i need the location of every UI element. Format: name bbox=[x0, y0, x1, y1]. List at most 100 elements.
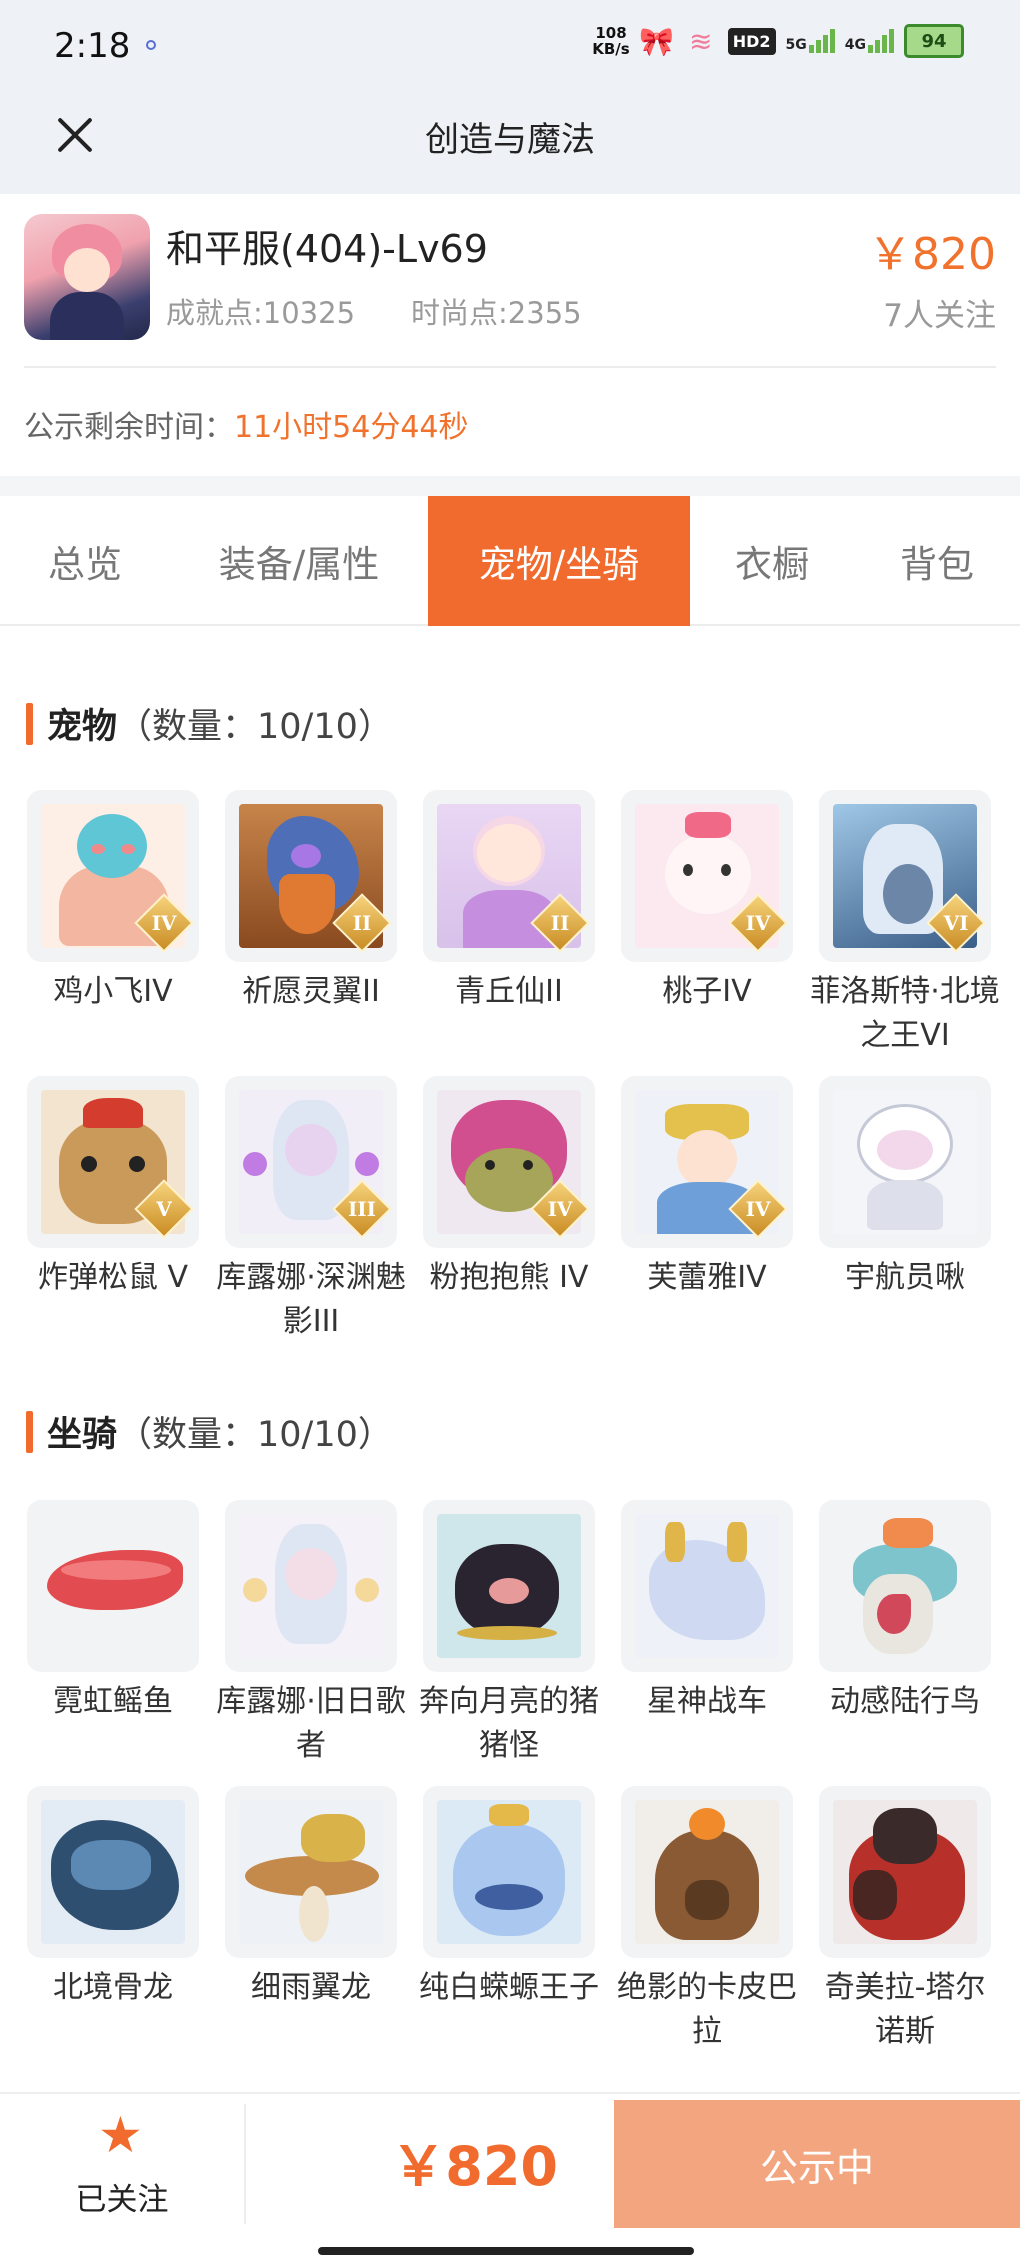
pet-item[interactable]: IV 鸡小飞IV bbox=[14, 790, 212, 1014]
account-price: ￥820 bbox=[868, 229, 996, 280]
pet-thumbnail: II bbox=[423, 790, 595, 962]
mount-name: 库露娜·旧日歌者 bbox=[216, 1684, 406, 1763]
mount-item[interactable]: 奔向月亮的猪猪怪 bbox=[410, 1500, 608, 1768]
pet-name: 桃子IV bbox=[662, 974, 752, 1009]
countdown-value: 11小时54分44秒 bbox=[234, 410, 469, 445]
signal-4g-icon: 4G bbox=[845, 29, 894, 53]
mount-item[interactable]: 绝影的卡皮巴拉 bbox=[608, 1786, 806, 2054]
pet-item[interactable]: V 炸弹松鼠 V bbox=[14, 1076, 212, 1300]
pet-item[interactable]: II 青丘仙II bbox=[410, 790, 608, 1014]
tab-wardrobe[interactable]: 衣橱 bbox=[690, 496, 854, 626]
bow-icon: 🎀 bbox=[639, 24, 675, 58]
mount-item[interactable]: 霓虹鳐鱼 bbox=[14, 1500, 212, 1724]
avatar bbox=[24, 214, 150, 340]
network-speed: 108 KB/s bbox=[592, 25, 629, 57]
pets-section-title: 宠物 （数量：10/10） bbox=[26, 698, 393, 749]
pet-thumbnail: V bbox=[27, 1076, 199, 1248]
countdown-label: 公示剩余时间： bbox=[24, 410, 234, 445]
pet-thumbnail: II bbox=[225, 790, 397, 962]
pet-name: 库露娜·深渊魅影III bbox=[216, 1260, 406, 1339]
nav-bar: 创造与魔法 bbox=[0, 92, 1020, 194]
mount-thumbnail bbox=[423, 1786, 595, 1958]
mounts-title: 坐骑 bbox=[47, 1415, 118, 1455]
fashion-points: 时尚点:2355 bbox=[411, 296, 582, 330]
tab-bar: 总览 装备/属性 宠物/坐骑 衣橱 背包 bbox=[0, 496, 1020, 626]
pet-thumbnail: IV bbox=[27, 790, 199, 962]
pet-item[interactable]: II 祈愿灵翼II bbox=[212, 790, 410, 1014]
pet-item[interactable]: III 库露娜·深渊魅影III bbox=[212, 1076, 410, 1344]
pet-thumbnail: IV bbox=[621, 790, 793, 962]
pet-name: 祈愿灵翼II bbox=[242, 974, 380, 1009]
signal-5g-icon: 5G bbox=[786, 29, 835, 53]
mount-item[interactable]: 奇美拉-塔尔诺斯 bbox=[806, 1786, 1004, 2054]
publicity-status-button[interactable]: 公示中 bbox=[614, 2100, 1020, 2228]
mount-thumbnail bbox=[819, 1500, 991, 1672]
wifi-icon: ≋ bbox=[688, 24, 713, 58]
follower-count: 7人关注 bbox=[883, 298, 996, 334]
account-name: 和平服(404)-Lv69 bbox=[166, 227, 488, 271]
mount-thumbnail bbox=[225, 1786, 397, 1958]
pets-count: （数量：10/10） bbox=[117, 707, 393, 747]
signal-5g-label: 5G bbox=[785, 37, 807, 53]
tab-pets-mounts[interactable]: 宠物/坐骑 bbox=[428, 496, 690, 626]
mount-name: 纯白蝾螈王子 bbox=[419, 1970, 599, 2005]
pet-thumbnail: IV bbox=[621, 1076, 793, 1248]
mount-item[interactable]: 北境骨龙 bbox=[14, 1786, 212, 2010]
mount-item[interactable]: 纯白蝾螈王子 bbox=[410, 1786, 608, 2010]
mount-item[interactable]: 动感陆行鸟 bbox=[806, 1500, 1004, 1724]
tab-backpack[interactable]: 背包 bbox=[854, 496, 1020, 626]
pet-name: 芙蕾雅IV bbox=[647, 1260, 767, 1295]
status-time: 2:18 bbox=[54, 26, 131, 66]
mount-name: 细雨翼龙 bbox=[251, 1970, 371, 2005]
pet-thumbnail: IV bbox=[423, 1076, 595, 1248]
mounts-section-title: 坐骑 （数量：10/10） bbox=[26, 1406, 393, 1457]
notification-dot-icon bbox=[146, 40, 156, 50]
pet-name: 宇航员啾 bbox=[845, 1260, 965, 1295]
follow-button[interactable]: ★ 已关注 bbox=[0, 2094, 244, 2229]
pet-name: 炸弹松鼠 V bbox=[37, 1260, 189, 1295]
network-speed-unit: KB/s bbox=[592, 40, 630, 58]
pet-item[interactable]: IV 桃子IV bbox=[608, 790, 806, 1014]
pet-thumbnail: III bbox=[225, 1076, 397, 1248]
pet-item[interactable]: IV 芙蕾雅IV bbox=[608, 1076, 806, 1300]
pet-name: 菲洛斯特·北境之王VI bbox=[810, 974, 1000, 1053]
achievement-points: 成就点:10325 bbox=[166, 296, 356, 330]
mount-name: 奇美拉-塔尔诺斯 bbox=[824, 1970, 986, 2049]
network-speed-value: 108 bbox=[595, 24, 627, 42]
mount-name: 北境骨龙 bbox=[53, 1970, 173, 2005]
pet-name: 青丘仙II bbox=[455, 974, 563, 1009]
publicity-countdown: 公示剩余时间：11小时54分44秒 bbox=[24, 402, 469, 446]
signal-4g-label: 4G bbox=[844, 37, 866, 53]
mount-thumbnail bbox=[423, 1500, 595, 1672]
mount-item[interactable]: 星神战车 bbox=[608, 1500, 806, 1724]
pet-thumbnail bbox=[819, 1076, 991, 1248]
mount-thumbnail bbox=[819, 1786, 991, 1958]
pet-item[interactable]: IV 粉抱抱熊 IV bbox=[410, 1076, 608, 1300]
tab-equipment[interactable]: 装备/属性 bbox=[170, 496, 428, 626]
pet-name: 鸡小飞IV bbox=[53, 974, 173, 1009]
mount-thumbnail bbox=[225, 1500, 397, 1672]
mount-thumbnail bbox=[621, 1500, 793, 1672]
mount-name: 绝影的卡皮巴拉 bbox=[617, 1970, 797, 2049]
mount-item[interactable]: 细雨翼龙 bbox=[212, 1786, 410, 2010]
status-bar: 2:18 108 KB/s 🎀 ≋ HD2 5G 4G 94 bbox=[0, 0, 1020, 92]
account-stats: 成就点:10325 时尚点:2355 bbox=[166, 290, 582, 332]
mount-thumbnail bbox=[27, 1500, 199, 1672]
divider bbox=[24, 366, 996, 368]
follow-label: 已关注 bbox=[75, 2182, 169, 2218]
mounts-count: （数量：10/10） bbox=[117, 1415, 393, 1455]
hd-icon: HD2 bbox=[727, 27, 776, 55]
mount-thumbnail bbox=[27, 1786, 199, 1958]
mount-name: 奔向月亮的猪猪怪 bbox=[419, 1684, 599, 1763]
home-indicator[interactable] bbox=[318, 2247, 694, 2255]
pet-item[interactable]: 宇航员啾 bbox=[806, 1076, 1004, 1300]
mount-item[interactable]: 库露娜·旧日歌者 bbox=[212, 1500, 410, 1768]
star-icon: ★ bbox=[98, 2106, 143, 2164]
pet-name: 粉抱抱熊 IV bbox=[429, 1260, 589, 1295]
pet-item[interactable]: VI 菲洛斯特·北境之王VI bbox=[806, 790, 1004, 1058]
tab-overview[interactable]: 总览 bbox=[0, 496, 170, 626]
pets-title: 宠物 bbox=[47, 707, 118, 747]
status-icons: 108 KB/s 🎀 ≋ HD2 5G 4G 94 bbox=[592, 24, 964, 58]
bottom-price: ￥820 bbox=[391, 2135, 558, 2198]
mount-name: 星神战车 bbox=[647, 1684, 767, 1719]
